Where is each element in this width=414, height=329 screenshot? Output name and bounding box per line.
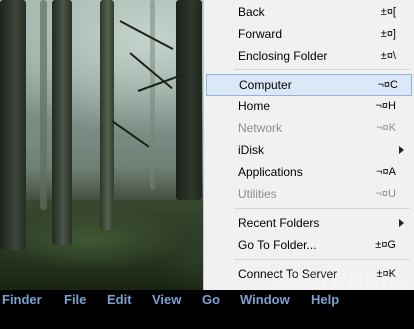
menubar-item-file[interactable]: File <box>64 292 86 307</box>
menubar-item-edit[interactable]: Edit <box>107 292 132 307</box>
menu-item-applications[interactable]: Applications ¬¤A <box>204 162 412 182</box>
menu-item-back[interactable]: Back ±¤[ <box>204 2 412 22</box>
menubar-item-go[interactable]: Go <box>202 292 220 307</box>
menu-item-recent-folders[interactable]: Recent Folders <box>204 213 412 233</box>
menu-item-label: Forward <box>238 27 283 41</box>
menu-item-label: Enclosing Folder <box>238 49 328 63</box>
menubar-item-view[interactable]: View <box>152 292 181 307</box>
menu-item-shortcut: ¬¤K <box>376 122 396 134</box>
menu-item-label: Home <box>238 99 271 113</box>
menu-item-shortcut: ¬¤C <box>377 79 399 91</box>
menu-item-shortcut: ±¤[ <box>380 6 396 18</box>
tree-branch <box>119 20 174 51</box>
menubar-item-finder[interactable]: Finder <box>2 292 42 307</box>
menu-bar: Finder File Edit View Go Window Help <box>0 290 414 329</box>
menu-item-network: Network ¬¤K <box>204 118 412 138</box>
menubar-item-window[interactable]: Window <box>240 292 290 307</box>
menu-item-label: Utilities <box>238 187 277 201</box>
tree-trunk <box>52 0 72 245</box>
menu-item-utilities: Utilities ¬¤U <box>204 184 412 204</box>
menu-item-label: Go To Folder... <box>238 238 317 252</box>
menu-item-shortcut: ¬¤U <box>375 188 397 200</box>
tree-trunk <box>100 0 114 230</box>
menu-item-label: Computer <box>239 78 292 92</box>
submenu-arrow-icon <box>399 219 404 227</box>
go-menu: Back ±¤[ Forward ±¤] Enclosing Folder ±¤… <box>203 0 414 290</box>
menu-item-idisk[interactable]: iDisk <box>204 140 412 160</box>
menubar-item-help[interactable]: Help <box>311 292 339 307</box>
menu-item-shortcut: ¬¤H <box>375 100 397 112</box>
menu-item-shortcut: ¬¤A <box>376 166 396 178</box>
submenu-arrow-icon <box>399 146 404 154</box>
menu-item-label: Recent Folders <box>238 216 320 230</box>
menu-item-enclosing-folder[interactable]: Enclosing Folder ±¤\ <box>204 46 412 66</box>
tree-trunk <box>40 0 47 210</box>
menu-item-forward[interactable]: Forward ±¤] <box>204 24 412 44</box>
menu-separator <box>234 208 410 209</box>
menu-item-label: Applications <box>238 165 303 179</box>
menu-item-shortcut: ±¤] <box>380 28 396 40</box>
menu-item-computer[interactable]: Computer ¬¤C <box>206 74 412 96</box>
menu-item-shortcut: ±¤\ <box>380 50 396 62</box>
menu-item-label: Network <box>238 121 283 135</box>
tree-trunk <box>150 0 155 190</box>
menu-item-shortcut: ±¤G <box>375 239 396 251</box>
tree-trunk <box>176 0 202 200</box>
menu-separator <box>234 259 410 260</box>
tree-trunk <box>0 0 26 250</box>
menu-item-label: Back <box>238 5 265 19</box>
menu-item-go-to-folder[interactable]: Go To Folder... ±¤G <box>204 235 412 255</box>
menu-separator <box>234 69 410 70</box>
menu-item-label: iDisk <box>238 143 264 157</box>
menu-item-home[interactable]: Home ¬¤H <box>204 96 412 116</box>
